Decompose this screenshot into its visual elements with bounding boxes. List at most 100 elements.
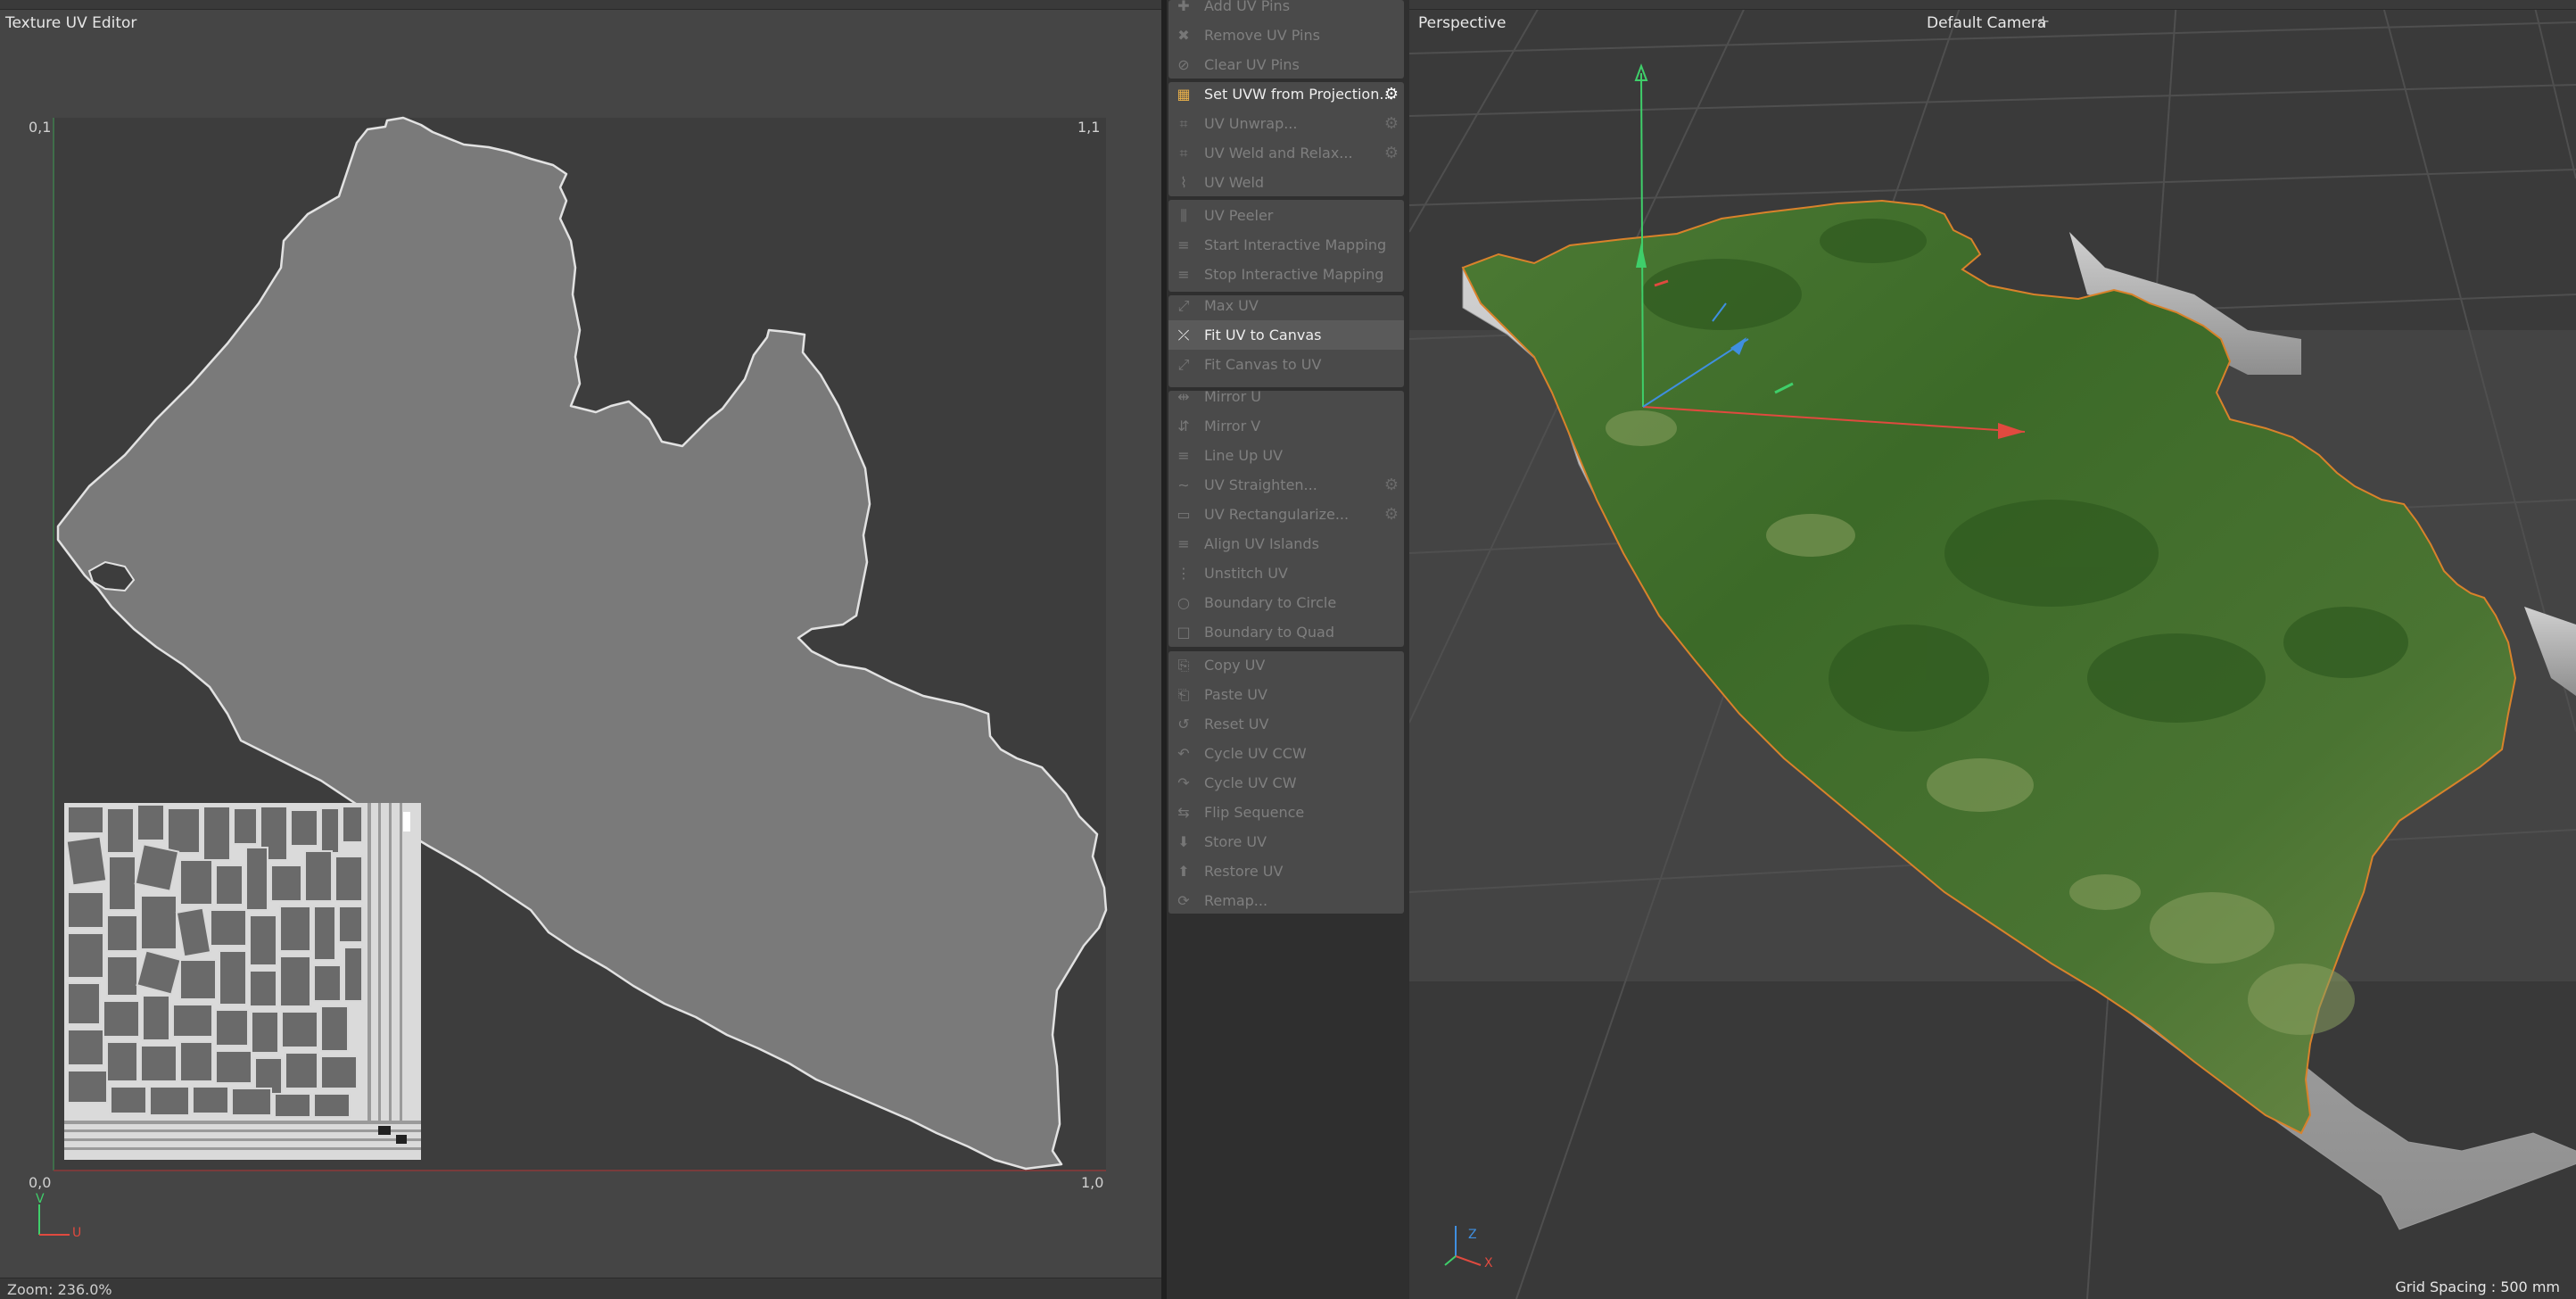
command-boundary-to-quad[interactable]: □ Boundary to Quad — [1168, 617, 1404, 647]
command-uv-unwrap[interactable]: ⌗ UV Unwrap... ⚙ — [1168, 109, 1404, 138]
uv-axis-v-label: V — [36, 1192, 45, 1206]
command-icon: ⬇ — [1177, 833, 1190, 850]
command-label: Store UV — [1204, 833, 1267, 850]
command-icon: ⌗ — [1179, 114, 1188, 132]
gear-icon[interactable]: ⚙ — [1383, 85, 1400, 103]
command-cycle-uv-cw[interactable]: ↷ Cycle UV CW — [1168, 768, 1404, 798]
command-label: Paste UV — [1204, 686, 1267, 703]
command-icon: ↷ — [1177, 774, 1190, 791]
uv-editor-panel: Texture UV Editor 0,1 1,1 0,0 1,0 V U Zo… — [0, 0, 1161, 1299]
command-label: Unstitch UV — [1204, 565, 1288, 582]
command-fit-canvas-to-uv[interactable]: ⤢ Fit Canvas to UV — [1168, 350, 1404, 379]
command-label: Fit UV to Canvas — [1204, 327, 1322, 343]
command-restore-uv[interactable]: ⬆ Restore UV — [1168, 856, 1404, 886]
viewport-camera-name[interactable]: Default Camera — [1927, 14, 2046, 32]
command-label: UV Weld and Relax... — [1204, 145, 1353, 161]
command-label: Clear UV Pins — [1204, 56, 1300, 73]
command-label: UV Peeler — [1204, 207, 1274, 224]
gear-icon[interactable]: ⚙ — [1383, 114, 1400, 133]
command-icon: ⫼ — [1180, 206, 1187, 224]
camera-icon[interactable]: ⊹ — [2037, 12, 2049, 29]
command-icon: ↺ — [1177, 716, 1190, 732]
command-mirror-u[interactable]: ⇹ Mirror U — [1168, 382, 1404, 411]
command-icon: □ — [1177, 624, 1191, 641]
command-label: UV Weld — [1204, 174, 1265, 191]
command-icon: ✖ — [1177, 27, 1190, 44]
command-uv-straighten[interactable]: ∼ UV Straighten... ⚙ — [1168, 470, 1404, 500]
command-start-interactive-mapping[interactable]: ≡ Start Interactive Mapping — [1168, 230, 1404, 260]
command-label: Stop Interactive Mapping — [1204, 266, 1384, 283]
command-remap[interactable]: ⟳ Remap... — [1168, 886, 1404, 915]
command-uv-weld-and-relax[interactable]: ⌗ UV Weld and Relax... ⚙ — [1168, 138, 1404, 168]
command-label: UV Unwrap... — [1204, 115, 1298, 132]
command-paste-uv[interactable]: ⎗ Paste UV — [1168, 680, 1404, 709]
command-icon: ∼ — [1177, 476, 1190, 493]
command-icon: ⌇ — [1180, 174, 1187, 191]
command-icon: ⎘ — [1177, 656, 1190, 674]
command-uv-weld[interactable]: ⌇ UV Weld — [1168, 168, 1404, 197]
command-icon: ⇆ — [1177, 804, 1190, 821]
command-icon: ▦ — [1177, 86, 1191, 103]
uv-commands-panel: ✚ Add UV Pins ✖ Remove UV Pins ⊘ Clear UV Pin… — [1167, 0, 1409, 1299]
command-remove-uv-pins[interactable]: ✖ Remove UV Pins — [1168, 21, 1404, 50]
uv-corner-label-0-0: 0,0 — [29, 1174, 52, 1191]
command-label: Max UV — [1204, 297, 1259, 314]
command-mirror-v[interactable]: ⇵ Mirror V — [1168, 411, 1404, 441]
gear-icon[interactable]: ⚙ — [1383, 144, 1400, 162]
command-reset-uv[interactable]: ↺ Reset UV — [1168, 709, 1404, 739]
command-label: UV Straighten... — [1204, 476, 1317, 493]
viewport-scene-svg — [1409, 0, 2576, 1299]
command-label: Align UV Islands — [1204, 535, 1319, 552]
viewport-view-name[interactable]: Perspective — [1418, 14, 1506, 32]
command-uv-rectangularize[interactable]: ▭ UV Rectangularize... ⚙ — [1168, 500, 1404, 529]
command-icon: ⟳ — [1177, 892, 1190, 909]
command-label: Remove UV Pins — [1204, 27, 1320, 44]
command-icon: ⌗ — [1179, 144, 1188, 161]
command-max-uv[interactable]: ⤢ Max UV — [1168, 291, 1404, 320]
uv-corner-label-0-1: 0,1 — [29, 119, 52, 136]
command-icon: ⤢ — [1177, 296, 1190, 314]
command-stop-interactive-mapping[interactable]: ≡ Stop Interactive Mapping — [1168, 260, 1404, 289]
command-line-up-uv[interactable]: ≡ Line Up UV — [1168, 441, 1404, 470]
uv-status-bar: Zoom: 236.0% — [0, 1278, 1161, 1299]
command-boundary-to-circle[interactable]: ○ Boundary to Circle — [1168, 588, 1404, 617]
gear-icon[interactable]: ⚙ — [1383, 505, 1400, 524]
command-icon: ≡ — [1177, 266, 1190, 283]
command-icon: ≡ — [1177, 447, 1190, 464]
command-icon: ≡ — [1177, 535, 1190, 552]
world-axis-z-label: Z — [1468, 1228, 1477, 1242]
command-set-uvw-from-projection[interactable]: ▦ Set UVW from Projection... ⚙ — [1168, 79, 1404, 109]
command-label: Set UVW from Projection... — [1204, 86, 1393, 103]
uv-corner-label-1-1: 1,1 — [1077, 119, 1101, 136]
command-cycle-uv-ccw[interactable]: ↶ Cycle UV CCW — [1168, 739, 1404, 768]
command-label: Cycle UV CW — [1204, 774, 1297, 791]
command-icon: ≡ — [1177, 236, 1190, 253]
command-label: Reset UV — [1204, 716, 1269, 732]
command-icon: ⇵ — [1177, 418, 1190, 434]
command-clear-uv-pins[interactable]: ⊘ Clear UV Pins — [1168, 50, 1404, 79]
command-label: Cycle UV CCW — [1204, 745, 1307, 762]
world-axis-x-label: X — [1484, 1256, 1493, 1270]
command-flip-sequence[interactable]: ⇆ Flip Sequence — [1168, 798, 1404, 827]
viewport-perspective[interactable]: Perspective Default Camera ⊹ Z X Grid Sp… — [1409, 0, 2576, 1299]
command-align-uv-islands[interactable]: ≡ Align UV Islands — [1168, 529, 1404, 558]
command-icon: ⎗ — [1177, 685, 1190, 703]
command-fit-uv-to-canvas[interactable]: ⤫ Fit UV to Canvas — [1168, 320, 1404, 350]
uv-packed-islands-preview — [64, 803, 421, 1160]
command-icon: ⤫ — [1177, 326, 1190, 343]
command-store-uv[interactable]: ⬇ Store UV — [1168, 827, 1404, 856]
command-label: Copy UV — [1204, 657, 1266, 674]
command-label: Boundary to Quad — [1204, 624, 1334, 641]
zoom-readout: Zoom: 236.0% — [7, 1281, 112, 1298]
command-icon: ⬆ — [1177, 863, 1190, 880]
command-icon: ⇹ — [1177, 388, 1190, 405]
gear-icon[interactable]: ⚙ — [1383, 476, 1400, 494]
grid-spacing-readout: Grid Spacing : 500 mm — [2395, 1278, 2560, 1295]
command-label: Mirror U — [1204, 388, 1261, 405]
command-add-uv-pins[interactable]: ✚ Add UV Pins — [1168, 0, 1404, 21]
command-unstitch-uv[interactable]: ⋮ Unstitch UV — [1168, 558, 1404, 588]
command-uv-peeler[interactable]: ⫼ UV Peeler — [1168, 201, 1404, 230]
command-icon: ↶ — [1177, 745, 1190, 762]
viewport-menubar — [1409, 0, 2576, 10]
command-copy-uv[interactable]: ⎘ Copy UV — [1168, 650, 1404, 680]
